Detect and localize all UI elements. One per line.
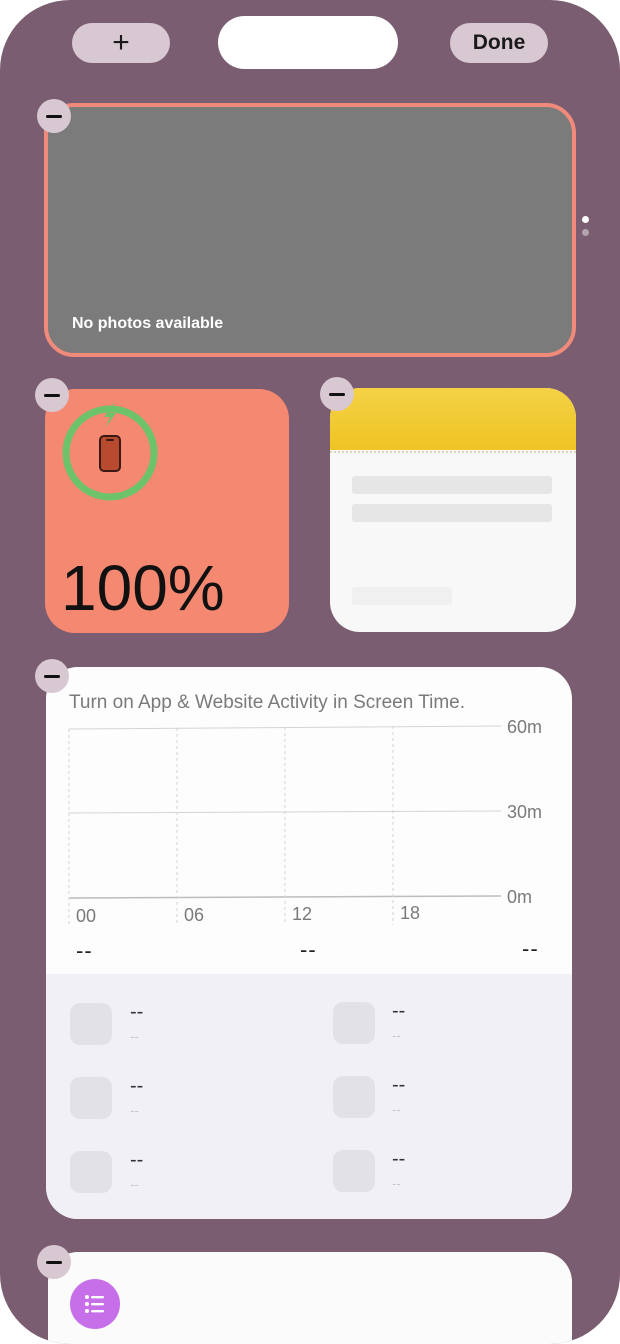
minus-icon: [46, 1260, 62, 1264]
app-usage-time: --: [130, 1001, 144, 1023]
minus-icon: [46, 114, 62, 118]
screen-time-widget[interactable]: Turn on App & Website Activity in Screen…: [46, 667, 572, 1219]
page-indicator[interactable]: [582, 216, 589, 242]
app-usage-time: --: [130, 1075, 144, 1097]
list-icon: [70, 1279, 120, 1329]
app-usage-time: --: [130, 1149, 144, 1171]
notes-widget[interactable]: [330, 388, 576, 632]
app-icon-placeholder: [333, 1002, 375, 1044]
app-usage-sub: --: [130, 1103, 139, 1118]
app-icon-placeholder: [70, 1003, 112, 1045]
x-tick-label: 18: [400, 903, 420, 923]
app-icon-placeholder: [70, 1077, 112, 1119]
app-usage-time: --: [392, 1074, 406, 1096]
app-usage-sub: --: [130, 1177, 139, 1192]
app-usage-time: --: [392, 1148, 406, 1170]
reminders-widget[interactable]: [48, 1252, 572, 1344]
app-usage-sub: --: [130, 1029, 139, 1044]
app-icon-placeholder: [333, 1150, 375, 1192]
photos-empty-message: No photos available: [72, 315, 224, 332]
x-tick-label: 00: [76, 906, 96, 926]
done-button[interactable]: Done: [450, 23, 548, 63]
battery-percentage: 100%: [61, 552, 225, 624]
notes-header: [330, 388, 576, 450]
y-tick-label: 30m: [507, 802, 542, 822]
screen-time-chart: 60m 30m 0m 00 06 12 18: [68, 717, 542, 926]
remove-widget-button[interactable]: [37, 1245, 71, 1279]
summary-value: --: [300, 937, 317, 962]
notes-divider: [330, 451, 576, 453]
remove-widget-button[interactable]: [320, 377, 354, 411]
page-dot-active: [582, 216, 589, 223]
app-usage-time: --: [392, 1000, 406, 1022]
app-usage-sub: --: [392, 1028, 401, 1043]
note-placeholder-line: [352, 504, 552, 522]
minus-icon: [329, 392, 345, 396]
y-tick-label: 60m: [507, 717, 542, 737]
page-dot: [582, 229, 589, 236]
app-usage-sub: --: [392, 1176, 401, 1191]
add-widget-button[interactable]: +: [72, 23, 170, 63]
x-tick-label: 12: [292, 904, 312, 924]
minus-icon: [44, 393, 60, 397]
home-screen-edit: + Done No photos available 100% Turn on …: [0, 0, 620, 1344]
x-tick-label: 06: [184, 905, 204, 925]
battery-ring: [62, 404, 158, 501]
y-tick-label: 0m: [507, 887, 532, 907]
app-icon-placeholder: [70, 1151, 112, 1193]
photos-widget[interactable]: No photos available: [44, 103, 576, 357]
battery-widget[interactable]: 100%: [45, 389, 289, 633]
note-placeholder-line: [352, 476, 552, 494]
app-usage-sub: --: [392, 1102, 401, 1117]
summary-value: --: [522, 936, 539, 961]
remove-widget-button[interactable]: [35, 659, 69, 693]
minus-icon: [44, 674, 60, 678]
dynamic-island: [218, 16, 398, 69]
remove-widget-button[interactable]: [37, 99, 71, 133]
app-icon-placeholder: [333, 1076, 375, 1118]
phone-icon: [99, 435, 121, 472]
remove-widget-button[interactable]: [35, 378, 69, 412]
app-usage-list: -- -- -- -- -- -- -- -- -- -- -- --: [46, 974, 572, 1219]
note-placeholder-footer: [352, 587, 452, 605]
summary-value: --: [76, 938, 93, 963]
